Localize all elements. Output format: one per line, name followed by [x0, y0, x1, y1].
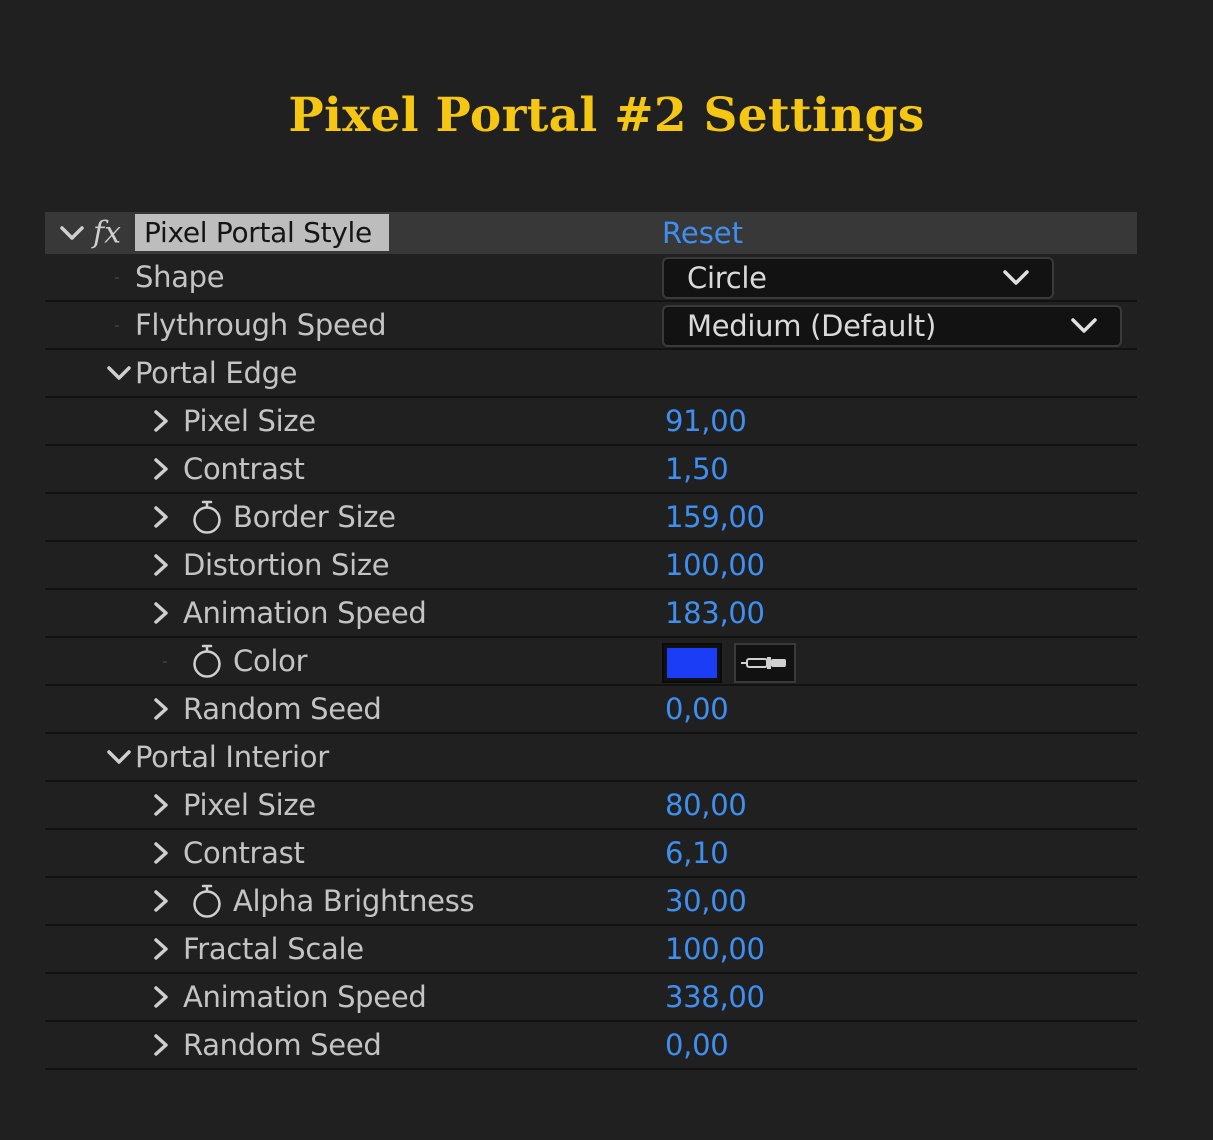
flythrough-speed-row: Flythrough Speed Medium (Default): [45, 302, 1137, 350]
edge-contrast-row: Contrast 1,50: [45, 446, 1137, 494]
chevron-down-icon[interactable]: [59, 223, 85, 243]
interior-contrast-label: Contrast: [183, 836, 305, 870]
edge-distortion-size-label: Distortion Size: [183, 548, 390, 582]
flythrough-speed-dropdown-value: Medium (Default): [687, 309, 936, 343]
edge-border-size-row: Border Size 159,00: [45, 494, 1137, 542]
color-swatch-fill: [667, 648, 717, 678]
interior-alpha-brightness-row: Alpha Brightness 30,00: [45, 878, 1137, 926]
chevron-down-icon[interactable]: [106, 363, 132, 383]
interior-fractal-scale-label: Fractal Scale: [183, 932, 364, 966]
edge-pixel-size-value[interactable]: 91,00: [665, 404, 747, 438]
effect-name[interactable]: Pixel Portal Style: [135, 214, 389, 251]
flythrough-speed-label: Flythrough Speed: [135, 308, 387, 342]
interior-animation-speed-value[interactable]: 338,00: [665, 980, 765, 1014]
chevron-right-icon[interactable]: [152, 505, 170, 529]
interior-fractal-scale-row: Fractal Scale 100,00: [45, 926, 1137, 974]
edge-random-seed-label: Random Seed: [183, 692, 382, 726]
indent-dot: [115, 277, 119, 279]
stopwatch-icon[interactable]: [191, 643, 223, 679]
chevron-right-icon[interactable]: [152, 409, 170, 433]
chevron-right-icon[interactable]: [152, 697, 170, 721]
edge-animation-speed-value[interactable]: 183,00: [665, 596, 765, 630]
interior-animation-speed-label: Animation Speed: [183, 980, 427, 1014]
interior-fractal-scale-value[interactable]: 100,00: [665, 932, 765, 966]
edge-distortion-size-value[interactable]: 100,00: [665, 548, 765, 582]
page-title: Pixel Portal #2 Settings: [288, 88, 925, 143]
shape-row: Shape Circle: [45, 254, 1137, 302]
stopwatch-icon[interactable]: [191, 499, 223, 535]
interior-alpha-brightness-value[interactable]: 30,00: [665, 884, 747, 918]
edge-pixel-size-row: Pixel Size 91,00: [45, 398, 1137, 446]
shape-label: Shape: [135, 260, 225, 294]
chevron-right-icon[interactable]: [152, 553, 170, 577]
shape-dropdown[interactable]: Circle: [662, 257, 1054, 299]
page: Pixel Portal #2 Settings fx Pixel Portal…: [0, 0, 1213, 1140]
edge-color-label: Color: [233, 644, 308, 678]
edge-random-seed-value[interactable]: 0,00: [665, 692, 729, 726]
effect-controls-panel: fx Pixel Portal Style Reset Shape Circle…: [45, 212, 1137, 1070]
edge-color-row: Color: [45, 638, 1137, 686]
chevron-right-icon[interactable]: [152, 1033, 170, 1057]
interior-alpha-brightness-label: Alpha Brightness: [233, 884, 475, 918]
portal-interior-group-row[interactable]: Portal Interior: [45, 734, 1137, 782]
shape-dropdown-value: Circle: [687, 261, 767, 295]
edge-distortion-size-row: Distortion Size 100,00: [45, 542, 1137, 590]
edge-pixel-size-label: Pixel Size: [183, 404, 316, 438]
chevron-down-icon[interactable]: [106, 747, 132, 767]
interior-random-seed-row: Random Seed 0,00: [45, 1022, 1137, 1070]
interior-random-seed-value[interactable]: 0,00: [665, 1028, 729, 1062]
edge-random-seed-row: Random Seed 0,00: [45, 686, 1137, 734]
effect-header-row[interactable]: fx Pixel Portal Style Reset: [45, 212, 1137, 254]
eyedropper-button[interactable]: [734, 643, 796, 683]
interior-pixel-size-label: Pixel Size: [183, 788, 316, 822]
edge-contrast-label: Contrast: [183, 452, 305, 486]
stopwatch-icon[interactable]: [191, 883, 223, 919]
indent-dot: [115, 325, 119, 327]
chevron-right-icon[interactable]: [152, 457, 170, 481]
edge-contrast-value[interactable]: 1,50: [665, 452, 729, 486]
edge-border-size-value[interactable]: 159,00: [665, 500, 765, 534]
edge-animation-speed-label: Animation Speed: [183, 596, 427, 630]
chevron-right-icon[interactable]: [152, 841, 170, 865]
chevron-right-icon[interactable]: [152, 601, 170, 625]
chevron-right-icon[interactable]: [152, 937, 170, 961]
chevron-right-icon[interactable]: [152, 985, 170, 1009]
chevron-right-icon[interactable]: [152, 889, 170, 913]
reset-link[interactable]: Reset: [662, 216, 743, 250]
interior-pixel-size-value[interactable]: 80,00: [665, 788, 747, 822]
edge-border-size-label: Border Size: [233, 500, 396, 534]
portal-interior-label: Portal Interior: [135, 740, 329, 774]
chevron-down-icon: [1071, 318, 1097, 333]
indent-dot: [163, 661, 167, 663]
color-swatch[interactable]: [662, 643, 722, 683]
interior-contrast-row: Contrast 6,10: [45, 830, 1137, 878]
eyedropper-icon: [741, 657, 786, 669]
edge-animation-speed-row: Animation Speed 183,00: [45, 590, 1137, 638]
flythrough-speed-dropdown[interactable]: Medium (Default): [662, 305, 1122, 347]
portal-edge-label: Portal Edge: [135, 356, 298, 390]
interior-contrast-value[interactable]: 6,10: [665, 836, 729, 870]
interior-random-seed-label: Random Seed: [183, 1028, 382, 1062]
chevron-down-icon: [1003, 270, 1029, 285]
interior-animation-speed-row: Animation Speed 338,00: [45, 974, 1137, 1022]
chevron-right-icon[interactable]: [152, 793, 170, 817]
interior-pixel-size-row: Pixel Size 80,00: [45, 782, 1137, 830]
fx-icon[interactable]: fx: [93, 216, 121, 251]
portal-edge-group-row[interactable]: Portal Edge: [45, 350, 1137, 398]
